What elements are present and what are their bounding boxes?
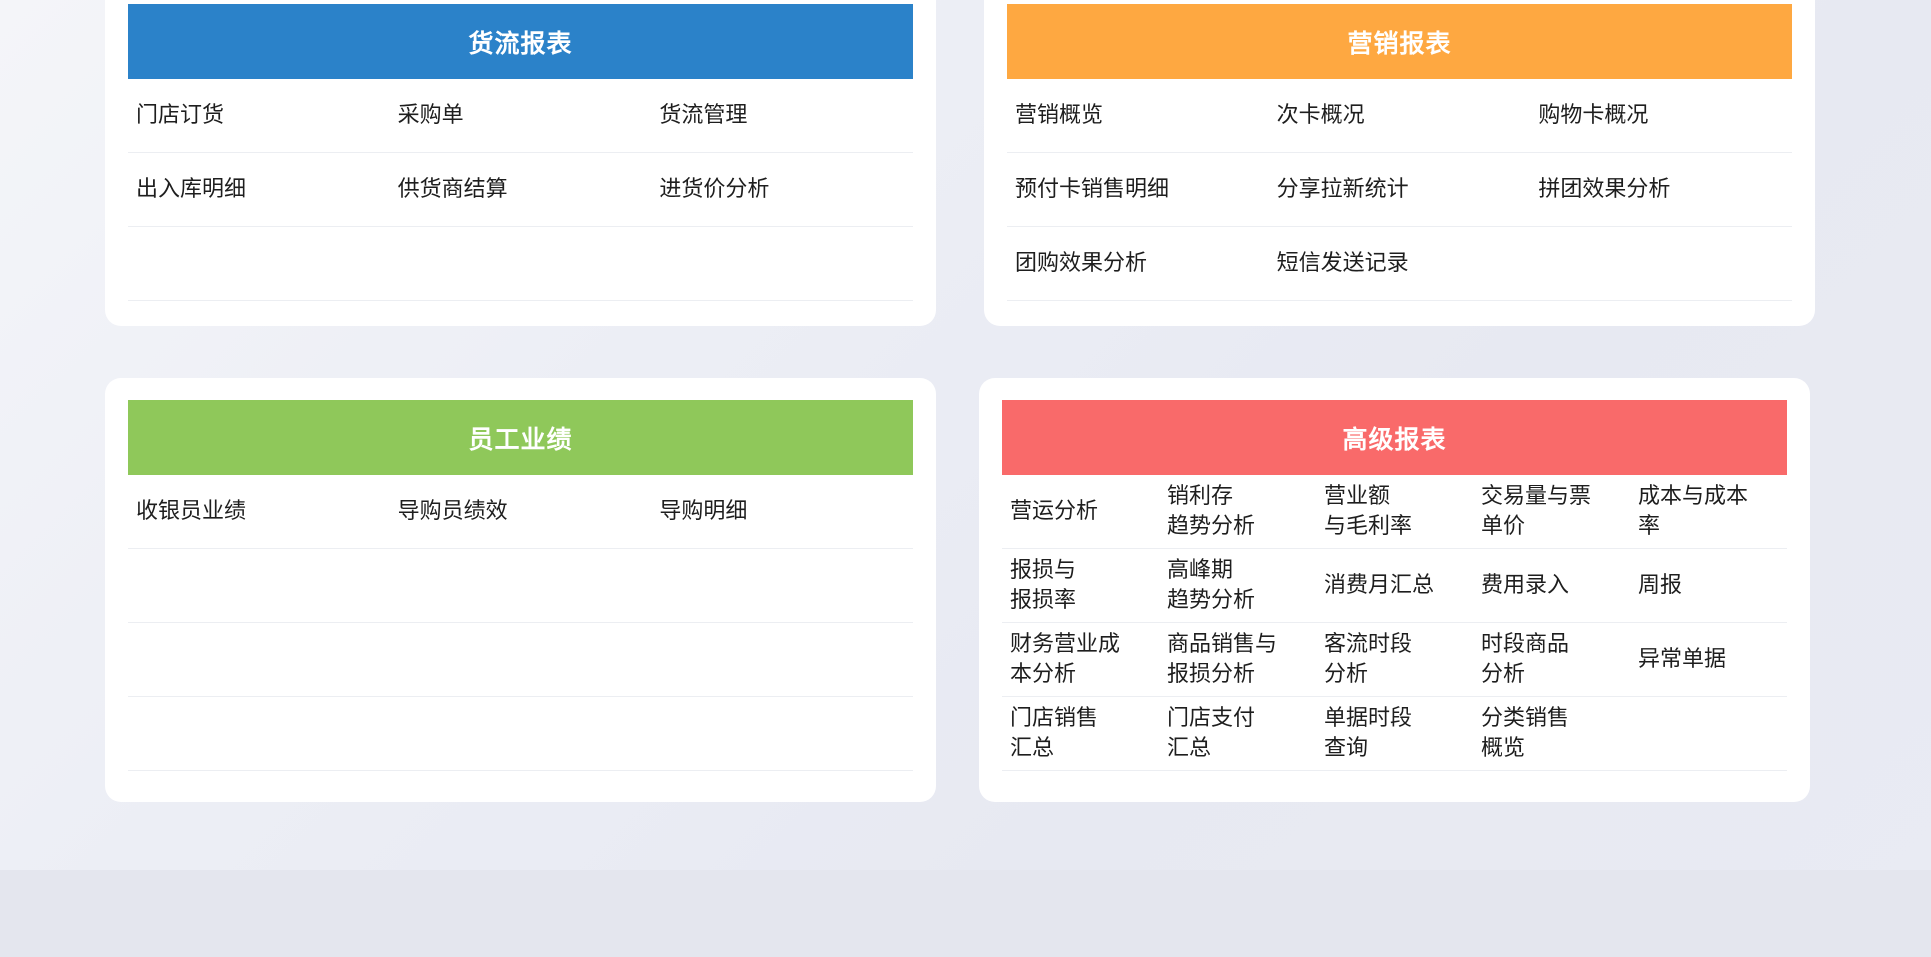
report-link[interactable]: 门店销售 汇总	[1002, 697, 1159, 770]
empty-cell	[390, 623, 652, 696]
empty-cell	[128, 697, 390, 770]
report-link[interactable]: 供货商结算	[390, 153, 652, 226]
report-link[interactable]: 门店订货	[128, 79, 390, 152]
report-link[interactable]: 购物卡概况	[1530, 79, 1792, 152]
report-link[interactable]: 拼团效果分析	[1530, 153, 1792, 226]
bottom-band	[0, 870, 1931, 957]
report-link[interactable]: 分类销售 概览	[1473, 697, 1630, 770]
card-header-goods-flow: 货流报表	[128, 4, 913, 79]
report-link[interactable]: 单据时段 查询	[1316, 697, 1473, 770]
report-link[interactable]: 异常单据	[1630, 623, 1787, 696]
card-staff-performance: 员工业绩 收银员业绩 导购员绩效 导购明细	[105, 378, 936, 802]
report-grid-advanced: 营运分析 销利存 趋势分析 营业额 与毛利率 交易量与票 单价 成本与成本 率报损与 报…	[1002, 475, 1787, 771]
empty-cell	[1630, 697, 1787, 770]
card-goods-flow-reports: 货流报表 门店订货 采购单 货流管理 出入库明细 供货商结算 进货价分析	[105, 0, 936, 326]
card-marketing-reports: 营销报表 营销概览 次卡概况 购物卡概况 预付卡销售明细 分享拉新统计 拼团效果分析 团购效…	[984, 0, 1815, 326]
report-link[interactable]: 团购效果分析	[1007, 227, 1269, 300]
report-row	[128, 697, 913, 771]
report-link[interactable]: 分享拉新统计	[1269, 153, 1531, 226]
card-header-staff: 员工业绩	[128, 400, 913, 475]
card-header-marketing: 营销报表	[1007, 4, 1792, 79]
empty-cell	[128, 227, 390, 300]
report-row: 门店订货 采购单 货流管理	[128, 79, 913, 153]
report-grid-marketing: 营销概览 次卡概况 购物卡概况 预付卡销售明细 分享拉新统计 拼团效果分析 团购效果分析 短信…	[1007, 79, 1792, 301]
report-link[interactable]: 商品销售与 报损分析	[1159, 623, 1316, 696]
report-link[interactable]: 货流管理	[651, 79, 913, 152]
empty-cell	[651, 697, 913, 770]
report-row	[128, 623, 913, 697]
empty-cell	[1530, 227, 1792, 300]
report-row	[128, 227, 913, 301]
empty-cell	[651, 227, 913, 300]
report-link[interactable]: 销利存 趋势分析	[1159, 475, 1316, 548]
report-link[interactable]: 报损与 报损率	[1002, 549, 1159, 622]
report-link[interactable]: 消费月汇总	[1316, 549, 1473, 622]
report-row: 营销概览 次卡概况 购物卡概况	[1007, 79, 1792, 153]
report-row: 出入库明细 供货商结算 进货价分析	[128, 153, 913, 227]
report-link[interactable]: 短信发送记录	[1269, 227, 1531, 300]
report-link[interactable]: 次卡概况	[1269, 79, 1531, 152]
report-row: 收银员业绩 导购员绩效 导购明细	[128, 475, 913, 549]
card-advanced-reports: 高级报表 营运分析 销利存 趋势分析 营业额 与毛利率 交易量与票 单价 成本与成本 率…	[979, 378, 1810, 802]
report-link[interactable]: 时段商品 分析	[1473, 623, 1630, 696]
report-row: 团购效果分析 短信发送记录	[1007, 227, 1792, 301]
report-link[interactable]: 导购员绩效	[390, 475, 652, 548]
report-row: 报损与 报损率 高峰期 趋势分析 消费月汇总 费用录入 周报	[1002, 549, 1787, 623]
report-row	[128, 549, 913, 623]
report-link[interactable]: 成本与成本 率	[1630, 475, 1787, 548]
report-link[interactable]: 高峰期 趋势分析	[1159, 549, 1316, 622]
card-header-advanced: 高级报表	[1002, 400, 1787, 475]
report-link[interactable]: 客流时段 分析	[1316, 623, 1473, 696]
report-link[interactable]: 收银员业绩	[128, 475, 390, 548]
report-row: 营运分析 销利存 趋势分析 营业额 与毛利率 交易量与票 单价 成本与成本 率	[1002, 475, 1787, 549]
report-link[interactable]: 采购单	[390, 79, 652, 152]
report-link[interactable]: 预付卡销售明细	[1007, 153, 1269, 226]
report-row: 预付卡销售明细 分享拉新统计 拼团效果分析	[1007, 153, 1792, 227]
report-link[interactable]: 交易量与票 单价	[1473, 475, 1630, 548]
report-link[interactable]: 财务营业成 本分析	[1002, 623, 1159, 696]
empty-cell	[390, 549, 652, 622]
report-link[interactable]: 周报	[1630, 549, 1787, 622]
report-link[interactable]: 进货价分析	[651, 153, 913, 226]
report-grid-staff: 收银员业绩 导购员绩效 导购明细	[128, 475, 913, 771]
empty-cell	[390, 227, 652, 300]
empty-cell	[390, 697, 652, 770]
report-link[interactable]: 门店支付 汇总	[1159, 697, 1316, 770]
report-link[interactable]: 营销概览	[1007, 79, 1269, 152]
empty-cell	[651, 549, 913, 622]
report-link[interactable]: 费用录入	[1473, 549, 1630, 622]
report-link[interactable]: 营运分析	[1002, 475, 1159, 548]
report-link[interactable]: 出入库明细	[128, 153, 390, 226]
report-grid-goods-flow: 门店订货 采购单 货流管理 出入库明细 供货商结算 进货价分析	[128, 79, 913, 301]
report-link[interactable]: 导购明细	[651, 475, 913, 548]
report-row: 门店销售 汇总 门店支付 汇总 单据时段 查询 分类销售 概览	[1002, 697, 1787, 771]
report-row: 财务营业成 本分析 商品销售与 报损分析 客流时段 分析 时段商品 分析 异常单据	[1002, 623, 1787, 697]
report-link[interactable]: 营业额 与毛利率	[1316, 475, 1473, 548]
empty-cell	[128, 623, 390, 696]
empty-cell	[651, 623, 913, 696]
empty-cell	[128, 549, 390, 622]
